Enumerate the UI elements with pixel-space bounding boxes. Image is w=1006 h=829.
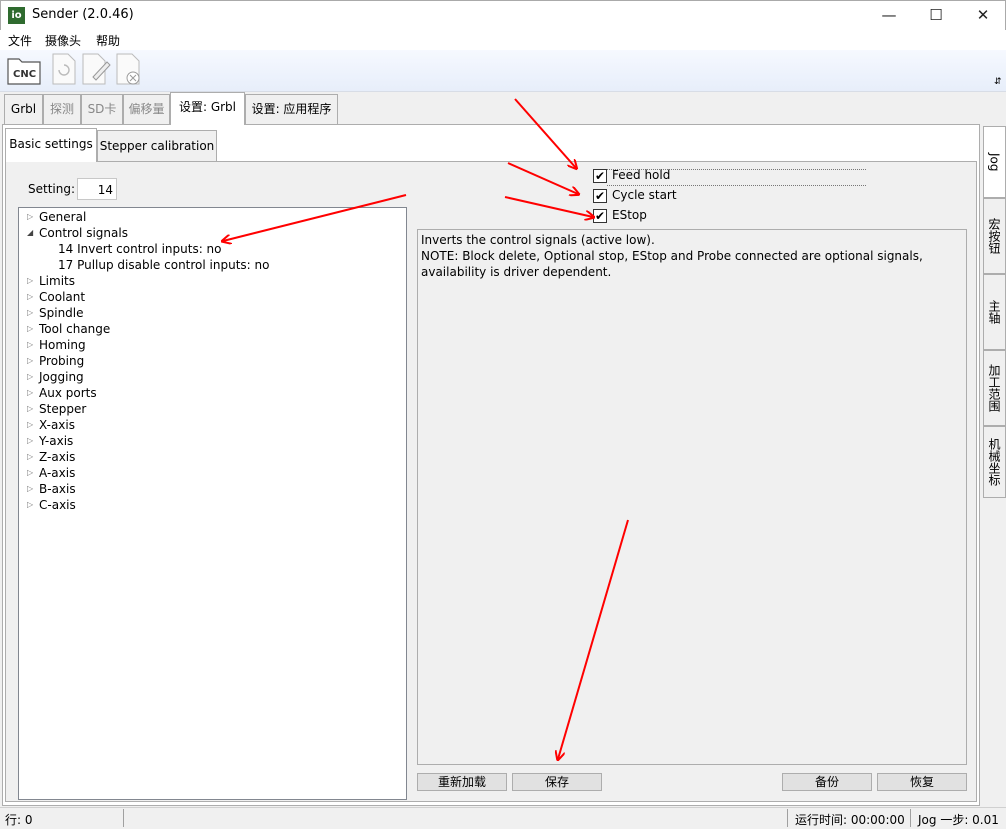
expand-arrow-icon[interactable]: ▷ (27, 321, 35, 337)
save-button[interactable]: 保存 (512, 773, 602, 791)
edit-file-icon[interactable] (80, 51, 112, 87)
tab-basic-settings[interactable]: Basic settings (5, 128, 97, 162)
tab-stepper-calibration[interactable]: Stepper calibration (97, 130, 217, 161)
label-cycle-start: Cycle start (612, 188, 677, 202)
description-box: Inverts the control signals (active low)… (417, 229, 967, 765)
expand-arrow-icon[interactable]: ▷ (27, 353, 35, 369)
status-separator (123, 809, 124, 827)
status-separator (910, 809, 911, 827)
description-line: availability is driver dependent. (421, 265, 612, 279)
side-tab-work-area[interactable]: 加工范围 (983, 350, 1006, 426)
app-icon: io (8, 7, 25, 24)
maximize-button[interactable]: ☐ (913, 0, 959, 30)
expand-arrow-icon[interactable]: ▷ (27, 481, 35, 497)
tab-settings-grbl[interactable]: 设置: Grbl (170, 92, 245, 125)
status-jog-step: Jog 一步: 0.01 (918, 813, 999, 827)
menu-camera[interactable]: 摄像头 (45, 32, 81, 49)
side-tab-spindle[interactable]: 主轴 (983, 274, 1006, 350)
checkbox-estop[interactable]: ✔ (593, 209, 607, 223)
tab-probing[interactable]: 探测 (43, 94, 81, 124)
status-line: 行: 0 (5, 813, 33, 827)
menu-help[interactable]: 帮助 (96, 32, 120, 49)
expand-arrow-icon[interactable]: ▷ (27, 401, 35, 417)
tab-offsets[interactable]: 偏移量 (123, 94, 170, 124)
reload-button[interactable]: 重新加载 (417, 773, 507, 791)
close-button[interactable]: ✕ (960, 0, 1006, 30)
menu-file[interactable]: 文件 (8, 32, 32, 49)
status-separator (787, 809, 788, 827)
label-feed-hold: Feed hold (612, 168, 671, 182)
toolbar-overflow-icon[interactable]: ⇵ (994, 77, 1002, 87)
side-tab-macros[interactable]: 宏按钮 (983, 198, 1006, 274)
settings-tree[interactable]: ▷ General ◢ Control signals 14 Invert cont… (18, 207, 407, 800)
expand-arrow-icon[interactable]: ▷ (27, 433, 35, 449)
menu-bar (0, 30, 1006, 50)
restore-button[interactable]: 恢复 (877, 773, 967, 791)
title-bar (0, 0, 1006, 30)
label-estop: EStop (612, 208, 647, 222)
minimize-button[interactable]: — (866, 0, 912, 30)
checkbox-cycle-start[interactable]: ✔ (593, 189, 607, 203)
window-title: Sender (2.0.46) (32, 7, 134, 22)
tab-grbl[interactable]: Grbl (4, 94, 43, 124)
expand-arrow-icon[interactable]: ▷ (27, 337, 35, 353)
expand-arrow-icon[interactable]: ▷ (27, 417, 35, 433)
expand-arrow-icon[interactable]: ▷ (27, 209, 35, 225)
description-line: NOTE: Block delete, Optional stop, EStop… (421, 249, 923, 263)
expand-arrow-icon[interactable]: ▷ (27, 305, 35, 321)
expand-arrow-icon[interactable]: ▷ (27, 385, 35, 401)
expand-arrow-icon[interactable]: ▷ (27, 465, 35, 481)
toolbar (0, 50, 1006, 92)
close-file-icon[interactable] (114, 51, 146, 87)
backup-button[interactable]: 备份 (782, 773, 872, 791)
status-runtime: 运行时间: 00:00:00 (795, 813, 905, 827)
expand-arrow-icon[interactable]: ▷ (27, 449, 35, 465)
description-line: Inverts the control signals (active low)… (421, 233, 655, 247)
side-tab-jog[interactable]: Jog (983, 126, 1006, 198)
side-tab-machine-coords[interactable]: 机械坐标 (983, 426, 1006, 498)
tab-settings-app[interactable]: 设置: 应用程序 (245, 94, 338, 124)
expand-arrow-icon[interactable]: ▷ (27, 289, 35, 305)
cnc-label: CNC (13, 69, 36, 80)
tab-sd-card[interactable]: SD卡 (81, 94, 123, 124)
checkbox-feed-hold[interactable]: ✔ (593, 169, 607, 183)
expand-arrow-icon[interactable]: ▷ (27, 369, 35, 385)
setting-label: Setting: (28, 182, 76, 196)
collapse-arrow-icon[interactable]: ◢ (27, 225, 35, 241)
setting-number-field[interactable]: 14 (77, 178, 117, 200)
dotted-separator (607, 185, 866, 186)
expand-arrow-icon[interactable]: ▷ (27, 273, 35, 289)
reload-file-icon[interactable] (48, 51, 80, 87)
open-cnc-icon[interactable]: CNC (6, 51, 44, 87)
expand-arrow-icon[interactable]: ▷ (27, 497, 35, 513)
